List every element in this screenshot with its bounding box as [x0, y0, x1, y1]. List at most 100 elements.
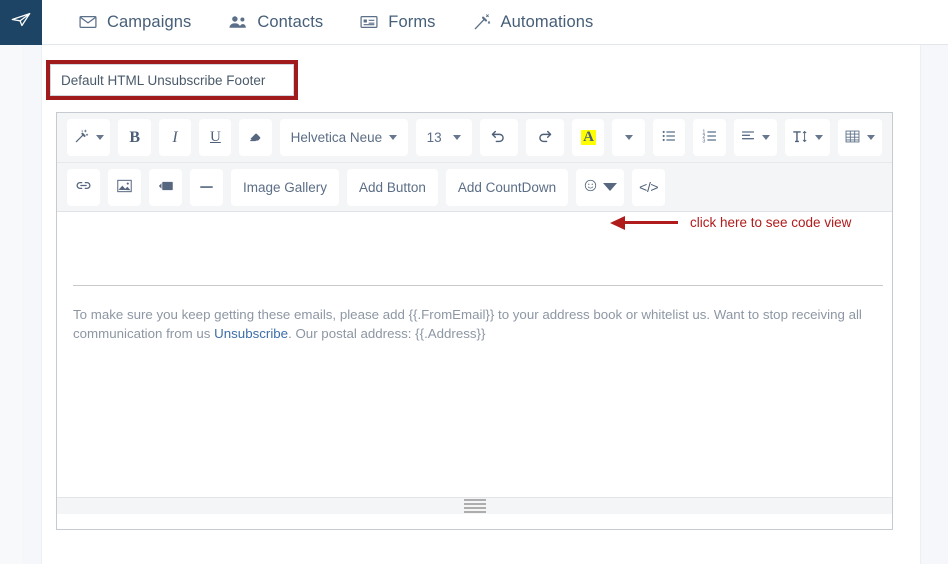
unsubscribe-link[interactable]: Unsubscribe: [214, 326, 288, 341]
right-scroll-rail[interactable]: [920, 45, 948, 564]
code-view-button[interactable]: </>: [632, 168, 666, 206]
toolbar-group-emoji: [576, 168, 625, 206]
table-button[interactable]: [837, 119, 882, 156]
toolbar-group-image-gallery: Image Gallery: [231, 168, 340, 206]
image-gallery-button[interactable]: Image Gallery: [231, 168, 340, 206]
nav-item-automations[interactable]: Automations: [454, 0, 612, 45]
toolbar-group-link: [67, 168, 100, 206]
editor-resize-handle[interactable]: [57, 497, 892, 514]
magic-wand-icon: [472, 12, 492, 32]
app-logo[interactable]: [0, 0, 42, 45]
template-name-input[interactable]: [50, 64, 294, 96]
chevron-down-icon: [867, 135, 876, 140]
more-rich-text-button[interactable]: [67, 119, 111, 156]
nav-item-contacts[interactable]: Contacts: [209, 0, 341, 45]
chevron-down-icon: [815, 135, 824, 140]
chevron-down-icon: [452, 135, 461, 140]
toolbar-group-ol: 1 2 3: [693, 119, 726, 156]
toolbar-group-font-family: Helvetica Neue: [279, 119, 408, 156]
line-height-button[interactable]: [784, 119, 830, 156]
toolbar-group-add-button: Add Button: [347, 168, 438, 206]
nav-item-forms[interactable]: Forms: [341, 0, 453, 45]
toolbar-group-clear: [239, 119, 272, 156]
align-left-icon: [740, 128, 756, 147]
toolbar-group-undo: [479, 119, 518, 156]
toolbar-group-add-countdown: Add CountDown: [445, 168, 569, 206]
line-height-icon: [791, 128, 809, 148]
paper-plane-icon: [10, 9, 32, 36]
bold-icon: B: [129, 128, 140, 146]
toolbar-row-2: Image Gallery Add Button Add CountDown <…: [57, 162, 892, 211]
magic-wand-icon: [74, 128, 90, 147]
eraser-icon: [248, 129, 263, 147]
nav-item-list: Campaigns Contacts Forms Automations: [42, 0, 611, 44]
undo-button[interactable]: [479, 119, 518, 156]
svg-text:3: 3: [702, 138, 705, 144]
chevron-down-icon: [95, 135, 104, 140]
font-size-value: 13: [426, 130, 442, 145]
smiley-icon: [583, 178, 598, 196]
editor-content-area[interactable]: To make sure you keep getting these emai…: [57, 212, 892, 514]
nav-item-label: Automations: [500, 12, 594, 31]
toolbar-group-code-view: </>: [632, 168, 666, 206]
nav-item-label: Campaigns: [107, 12, 192, 31]
add-button-button[interactable]: Add Button: [347, 168, 438, 206]
toolbar-group-ul: [652, 119, 686, 156]
align-button[interactable]: [733, 119, 777, 156]
footer-paragraph: To make sure you keep getting these emai…: [73, 306, 873, 343]
numbered-list-icon: 1 2 3: [702, 128, 718, 147]
ordered-list-button[interactable]: 1 2 3: [693, 119, 726, 156]
nav-item-label: Contacts: [257, 12, 324, 31]
code-brackets-icon: </>: [639, 179, 659, 195]
bullet-list-icon: [661, 128, 677, 147]
clear-formatting-button[interactable]: [239, 119, 272, 156]
left-sidebar-rail: [0, 45, 42, 564]
link-icon: [75, 177, 92, 197]
left-sidebar-strip: [0, 45, 22, 564]
add-countdown-button[interactable]: Add CountDown: [445, 168, 569, 206]
toolbar-group-align: [733, 119, 777, 156]
page-canvas: B I U: [42, 45, 920, 564]
image-icon: [116, 178, 133, 197]
toolbar-group-hr: [190, 168, 223, 206]
text-color-a-icon: A: [581, 129, 597, 145]
template-name-highlight-box: [46, 60, 298, 100]
editor-toolbar: B I U Helvetica Neue 13 A 1 2 3 Image Ga…: [57, 113, 892, 212]
toolbar-group-image: [108, 168, 141, 206]
table-icon: [844, 129, 861, 147]
bold-button[interactable]: B: [118, 119, 151, 156]
toolbar-group-font-size: 13: [415, 119, 472, 156]
toolbar-group-video: [149, 168, 182, 206]
font-size-select[interactable]: 13: [415, 119, 472, 156]
redo-button[interactable]: [525, 119, 565, 156]
footer-text-part-2: . Our postal address: {{.Address}}: [288, 325, 486, 341]
nav-item-label: Forms: [388, 12, 436, 31]
toolbar-group-redo: [525, 119, 565, 156]
emoji-button[interactable]: [576, 168, 625, 206]
content-divider: [73, 285, 883, 286]
font-family-select[interactable]: Helvetica Neue: [279, 119, 408, 156]
underline-button[interactable]: U: [198, 119, 232, 156]
horizontal-rule-button[interactable]: [190, 168, 223, 206]
toolbar-group-more: [67, 119, 111, 156]
nav-item-campaigns[interactable]: Campaigns: [60, 0, 209, 45]
italic-icon: I: [172, 128, 178, 146]
insert-link-button[interactable]: [67, 168, 100, 206]
toolbar-row-1: B I U Helvetica Neue 13 A 1 2 3: [57, 113, 892, 162]
text-color-button[interactable]: A: [572, 119, 605, 156]
toolbar-group-underline: U: [198, 119, 232, 156]
insert-image-button[interactable]: [108, 168, 141, 206]
toolbar-group-table: [837, 119, 882, 156]
video-icon: [157, 179, 175, 196]
resize-grip-icon: [463, 499, 486, 513]
people-icon: [227, 12, 248, 33]
unordered-list-button[interactable]: [652, 119, 686, 156]
insert-video-button[interactable]: [149, 168, 182, 206]
font-family-value: Helvetica Neue: [290, 130, 383, 145]
toolbar-group-text-color: A: [572, 119, 605, 156]
text-color-dropdown[interactable]: [612, 119, 645, 156]
italic-button[interactable]: I: [158, 119, 191, 156]
redo-icon: [536, 128, 553, 148]
toolbar-group-text-color-dropdown: [612, 119, 645, 156]
rich-text-editor: B I U Helvetica Neue 13 A 1 2 3 Image Ga…: [56, 112, 893, 530]
